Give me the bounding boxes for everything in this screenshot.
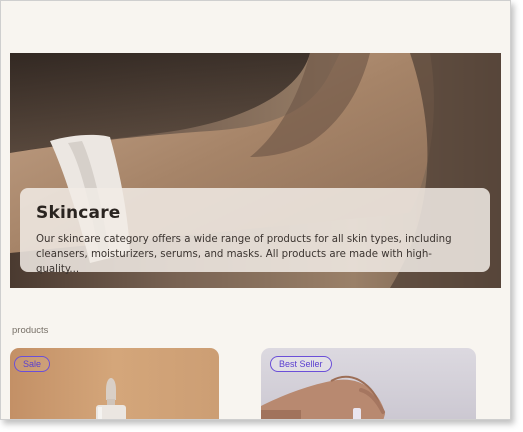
category-description-line-1: Our skincare category offers a wide rang… — [36, 234, 452, 245]
hero-info-card: Skincare Our skincare category offers a … — [20, 188, 490, 275]
category-description: Our skincare category offers a wide rang… — [36, 232, 474, 277]
product-card[interactable]: Sale — [10, 348, 219, 419]
browser-viewport: Skincare Our skincare category offers a … — [0, 0, 511, 420]
products-section-label: products — [12, 325, 49, 336]
product-card[interactable]: Best Seller — [261, 348, 476, 419]
category-title: Skincare — [36, 203, 121, 223]
best-seller-badge: Best Seller — [270, 356, 332, 372]
category-description-line-2: cleansers, moisturizers, serums, and mas… — [36, 249, 432, 275]
sale-badge: Sale — [14, 356, 51, 372]
category-hero-banner: Skincare Our skincare category offers a … — [10, 53, 501, 288]
